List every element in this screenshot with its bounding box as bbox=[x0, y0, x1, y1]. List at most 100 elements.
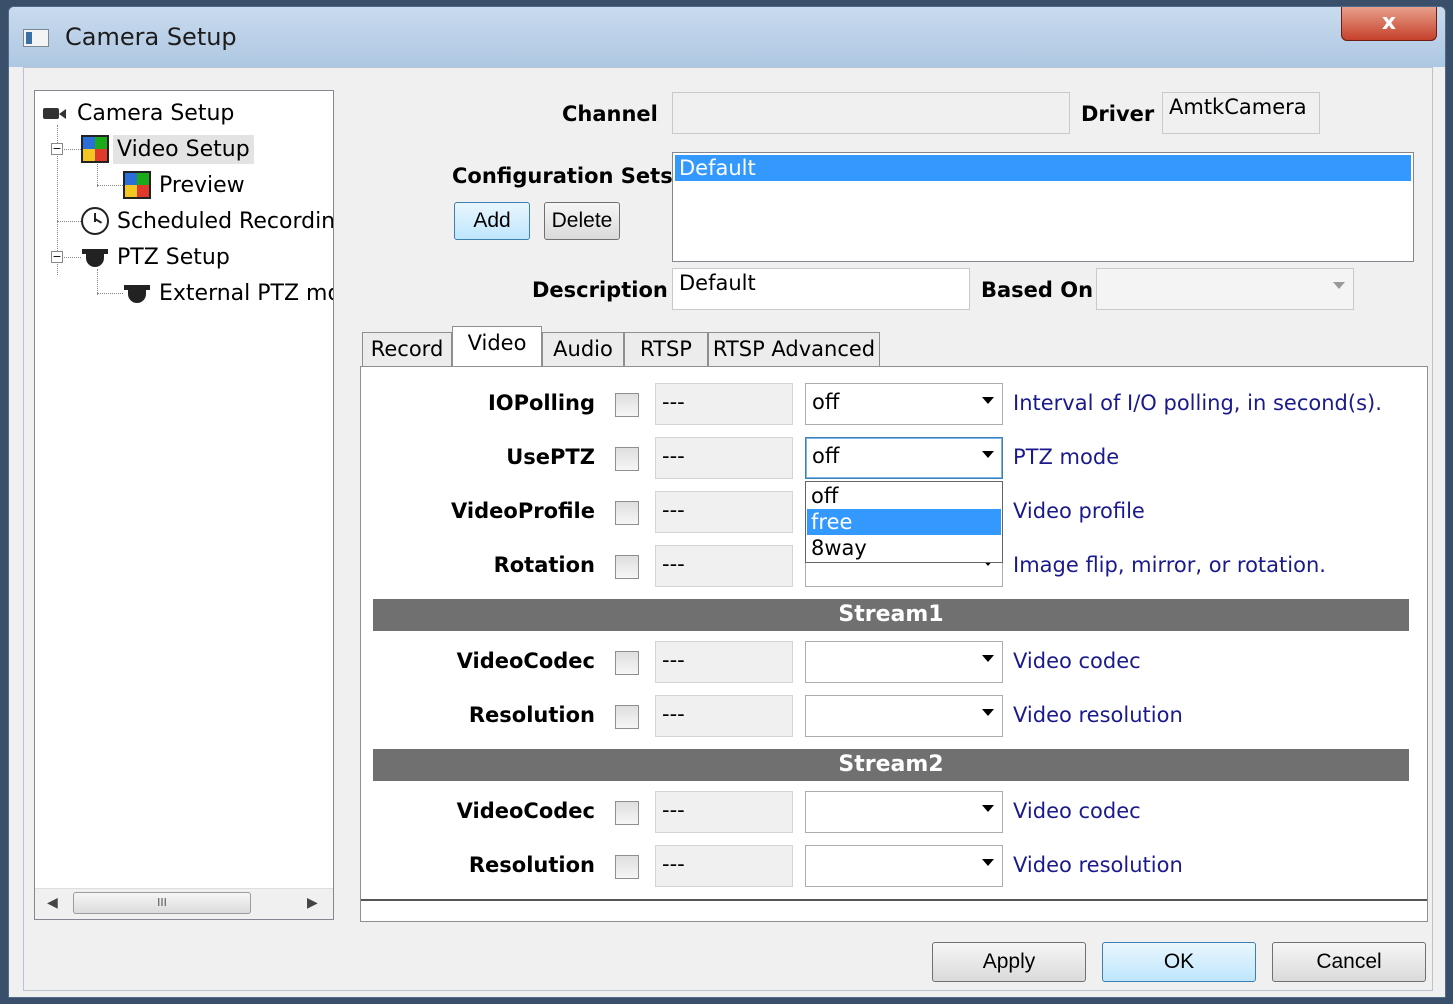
dropdown-option-free[interactable]: free bbox=[807, 509, 1001, 535]
collapse-toggle-video-setup[interactable]: − bbox=[51, 143, 63, 155]
driver-field: AmtkCamera bbox=[1162, 92, 1320, 134]
param-checkbox[interactable] bbox=[615, 855, 639, 879]
param-select[interactable]: off bbox=[805, 383, 1003, 425]
tab-rtsp[interactable]: RTSP bbox=[624, 332, 708, 366]
tree-item-scheduled-recording[interactable]: Scheduled Recording bbox=[81, 205, 334, 237]
dropdown-option-off[interactable]: off bbox=[807, 483, 1001, 509]
param-description: Video resolution bbox=[1013, 853, 1183, 877]
param-checkbox[interactable] bbox=[615, 501, 639, 525]
param-select[interactable] bbox=[805, 641, 1003, 683]
param-description: Interval of I/O polling, in second(s). bbox=[1013, 391, 1382, 415]
tree-item-label: Scheduled Recording bbox=[117, 208, 334, 234]
param-checkbox[interactable] bbox=[615, 447, 639, 471]
close-button[interactable]: x bbox=[1341, 7, 1437, 41]
param-select[interactable] bbox=[805, 845, 1003, 887]
param-row-stream2-resolution: Resolution --- Video resolution bbox=[361, 845, 1421, 889]
tree-item-label: Video Setup bbox=[113, 134, 254, 164]
driver-label: Driver bbox=[1081, 102, 1155, 126]
tab-video[interactable]: Video bbox=[452, 326, 542, 366]
tree-item-video-setup[interactable]: Video Setup bbox=[81, 133, 254, 165]
video-grid-icon bbox=[81, 135, 109, 163]
apply-button[interactable]: Apply bbox=[932, 942, 1086, 982]
configuration-sets-label: Configuration Sets bbox=[452, 164, 673, 188]
param-checkbox[interactable] bbox=[615, 555, 639, 579]
chevron-down-icon bbox=[982, 859, 994, 866]
chevron-down-icon bbox=[982, 655, 994, 662]
param-name: UsePTZ bbox=[506, 445, 595, 469]
tree-guide-line bbox=[97, 185, 123, 186]
param-value-field[interactable]: --- bbox=[655, 791, 793, 833]
param-value-field[interactable]: --- bbox=[655, 491, 793, 533]
param-checkbox[interactable] bbox=[615, 393, 639, 417]
param-name: Resolution bbox=[468, 703, 595, 727]
param-name: Resolution bbox=[468, 853, 595, 877]
param-value-field[interactable]: --- bbox=[655, 545, 793, 587]
panel-divider bbox=[361, 899, 1427, 901]
param-name: VideoCodec bbox=[456, 649, 595, 673]
description-label: Description bbox=[532, 278, 668, 302]
scroll-right-icon[interactable]: ▶ bbox=[307, 895, 318, 911]
param-value-field[interactable]: --- bbox=[655, 695, 793, 737]
add-button[interactable]: Add bbox=[454, 202, 530, 240]
ok-button[interactable]: OK bbox=[1102, 942, 1256, 982]
tab-audio[interactable]: Audio bbox=[542, 332, 624, 366]
tree-item-label: Preview bbox=[159, 172, 245, 198]
description-field[interactable]: Default bbox=[672, 268, 970, 310]
param-description: Image flip, mirror, or rotation. bbox=[1013, 553, 1326, 577]
param-description: Video codec bbox=[1013, 649, 1141, 673]
param-name: VideoCodec bbox=[456, 799, 595, 823]
param-description: Video codec bbox=[1013, 799, 1141, 823]
tree-guide-line bbox=[97, 293, 123, 294]
video-grid-icon bbox=[123, 171, 151, 199]
tree-item-ptz-setup[interactable]: PTZ Setup bbox=[81, 241, 234, 273]
dropdown-option-8way[interactable]: 8way bbox=[807, 535, 1001, 561]
param-value-field[interactable]: --- bbox=[655, 437, 793, 479]
tab-rtsp-advanced[interactable]: RTSP Advanced bbox=[708, 332, 880, 366]
collapse-toggle-ptz-setup[interactable]: − bbox=[51, 251, 63, 263]
configuration-sets-list[interactable]: Default bbox=[672, 152, 1414, 262]
param-row-stream1-resolution: Resolution --- Video resolution bbox=[361, 695, 1421, 739]
based-on-label: Based On bbox=[981, 278, 1094, 302]
param-value-field[interactable]: --- bbox=[655, 641, 793, 683]
dialog-body: − − Camera Setup Video Setup Preview Sch… bbox=[23, 67, 1433, 991]
param-value-field[interactable]: --- bbox=[655, 845, 793, 887]
param-row-stream2-videocodec: VideoCodec --- Video codec bbox=[361, 791, 1421, 835]
param-select[interactable] bbox=[805, 791, 1003, 833]
list-item[interactable]: Default bbox=[675, 155, 1411, 181]
tree-item-label: Camera Setup bbox=[77, 100, 235, 126]
param-select[interactable] bbox=[805, 695, 1003, 737]
setup-tree[interactable]: − − Camera Setup Video Setup Preview Sch… bbox=[34, 90, 334, 920]
camera-icon bbox=[41, 99, 69, 127]
tree-item-preview[interactable]: Preview bbox=[123, 169, 249, 201]
channel-field[interactable] bbox=[672, 92, 1070, 134]
tree-horizontal-scrollbar[interactable]: ◀ III ▶ bbox=[35, 888, 333, 919]
param-description: Video resolution bbox=[1013, 703, 1183, 727]
dome-camera-icon bbox=[123, 279, 151, 307]
param-select-value: off bbox=[812, 444, 840, 468]
based-on-select[interactable] bbox=[1096, 268, 1354, 310]
scroll-left-icon[interactable]: ◀ bbox=[47, 895, 58, 911]
tree-item-external-ptz[interactable]: External PTZ mod bbox=[123, 277, 333, 309]
param-value-field[interactable]: --- bbox=[655, 383, 793, 425]
tab-record[interactable]: Record bbox=[362, 332, 452, 366]
ptz-mode-dropdown[interactable]: off free 8way bbox=[805, 481, 1003, 563]
param-row-stream1-videocodec: VideoCodec --- Video codec bbox=[361, 641, 1421, 685]
param-checkbox[interactable] bbox=[615, 705, 639, 729]
tree-item-camera-setup[interactable]: Camera Setup bbox=[41, 97, 238, 129]
param-select-useptz[interactable]: off bbox=[805, 437, 1003, 479]
param-checkbox[interactable] bbox=[615, 801, 639, 825]
param-description: Video profile bbox=[1013, 499, 1145, 523]
stream1-header: Stream1 bbox=[373, 599, 1409, 631]
chevron-down-icon bbox=[982, 451, 994, 458]
delete-button[interactable]: Delete bbox=[544, 202, 620, 240]
stream2-header: Stream2 bbox=[373, 749, 1409, 781]
dome-camera-icon bbox=[81, 243, 109, 271]
param-checkbox[interactable] bbox=[615, 651, 639, 675]
chevron-down-icon bbox=[982, 709, 994, 716]
scroll-thumb[interactable]: III bbox=[73, 892, 251, 914]
title-bar[interactable]: Camera Setup x bbox=[9, 7, 1445, 67]
window-title: Camera Setup bbox=[65, 23, 237, 51]
video-tab-panel: IOPolling --- off Interval of I/O pollin… bbox=[360, 366, 1428, 922]
param-row-useptz: UsePTZ --- off PTZ mode bbox=[361, 437, 1421, 481]
cancel-button[interactable]: Cancel bbox=[1272, 942, 1426, 982]
